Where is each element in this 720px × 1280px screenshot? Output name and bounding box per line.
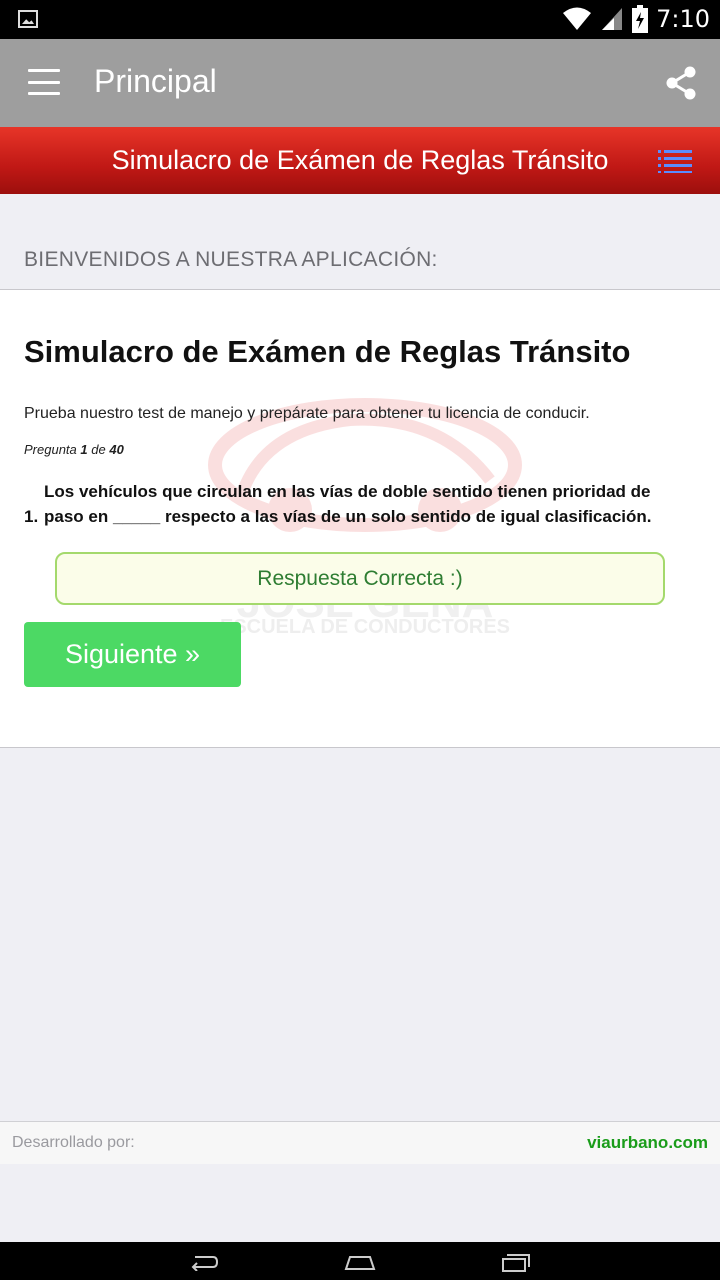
navigation-bar	[0, 1242, 720, 1280]
battery-icon	[632, 5, 649, 33]
banner-title: Simulacro de Exámen de Reglas Tránsito	[111, 145, 609, 175]
watermark-subtext: ESCUELA DE CONDUCTORES	[219, 616, 511, 638]
card-title: Simulacro de Exámen de Reglas Tránsito	[24, 334, 631, 369]
question-number: 1.	[24, 507, 39, 526]
system-icons: 7:10	[562, 4, 710, 34]
section-banner: Simulacro de Exámen de Reglas Tránsito	[0, 127, 720, 194]
back-icon[interactable]	[174, 1248, 234, 1276]
answer-feedback: Respuesta Correcta :)	[55, 552, 665, 605]
wifi-icon	[563, 7, 592, 30]
question-counter: Pregunta 1 de 40	[24, 442, 124, 457]
page-title: Principal	[94, 63, 217, 99]
quiz-card: JOSE GENA ESCUELA DE CONDUCTORES Simulac…	[0, 289, 720, 748]
list-icon[interactable]	[658, 149, 692, 173]
developer-link[interactable]: viaurbano.com	[587, 1133, 708, 1153]
developer-label: Desarrollado por:	[12, 1134, 135, 1151]
share-icon[interactable]	[664, 65, 698, 101]
next-button[interactable]: Siguiente »	[24, 622, 241, 687]
question: 1. Los vehículos que circulan en las vía…	[24, 479, 674, 529]
recent-apps-icon[interactable]	[486, 1248, 546, 1276]
action-bar: Principal	[0, 39, 720, 127]
card-description: Prueba nuestro test de manejo y prepárat…	[24, 405, 590, 422]
status-bar: 7:10	[0, 0, 720, 39]
home-icon[interactable]	[330, 1248, 390, 1276]
signal-icon	[602, 8, 623, 30]
footer: Desarrollado por: viaurbano.com	[0, 1121, 720, 1164]
clock: 7:10	[656, 5, 710, 33]
image-icon	[18, 10, 38, 28]
question-text: Los vehículos que circulan en las vías d…	[44, 482, 652, 526]
menu-icon[interactable]	[28, 69, 60, 95]
welcome-heading: BIENVENIDOS A NUESTRA APLICACIÓN:	[24, 248, 438, 271]
